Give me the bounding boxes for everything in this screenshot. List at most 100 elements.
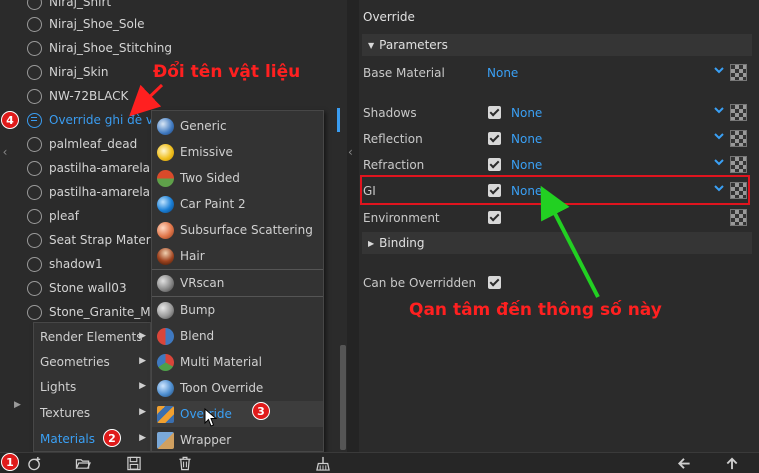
radio-icon [27, 88, 42, 104]
material-name: Niraj_Shoe_Sole [49, 17, 145, 31]
menu-item-materials[interactable]: Materials ▶ [34, 426, 150, 452]
menu-item-vrscan[interactable]: VRscan [152, 270, 323, 296]
param-annotation-text: Qan tâm đến thông số này [409, 300, 662, 320]
reflection-label: Reflection [363, 132, 423, 146]
hair-sphere-icon [157, 247, 174, 265]
texture-slot-icon[interactable] [730, 209, 747, 226]
dropdown-arrow-icon[interactable] [713, 64, 725, 76]
add-material-icon[interactable] [27, 456, 43, 471]
menu-item-toon-override[interactable]: Toon Override [152, 375, 323, 401]
radio-icon [27, 64, 42, 80]
radio-icon [27, 232, 42, 248]
parameters-label: Parameters [379, 38, 448, 52]
radio-icon [27, 40, 42, 56]
submenu-arrow-icon: ▶ [139, 356, 146, 366]
texture-slot-icon[interactable] [730, 64, 747, 81]
can-be-overridden-checkbox[interactable] [488, 276, 501, 289]
menu-item-label: Toon Override [180, 381, 264, 395]
submenu-arrow-icon: ▶ [139, 407, 146, 417]
menu-item-override[interactable]: Override [152, 401, 323, 427]
step-badge-3: 3 [252, 402, 270, 420]
emissive-sphere-icon [157, 143, 174, 161]
collapse-left-icon[interactable]: ‹ [0, 145, 10, 165]
override-icon [157, 405, 174, 423]
menu-item-lights[interactable]: Lights ▶ [34, 374, 150, 400]
texture-slot-icon[interactable] [730, 104, 747, 121]
menu-item-label: Materials [40, 432, 96, 446]
dropdown-arrow-icon[interactable] [713, 104, 725, 116]
tree-expand-icon[interactable]: ▶ [14, 400, 21, 410]
delete-icon[interactable] [177, 456, 193, 471]
rename-annotation-text: Đổi tên vật liệu [153, 62, 301, 82]
menu-item-label: Bump [180, 303, 216, 317]
up-arrow-icon[interactable] [724, 456, 740, 471]
menu-item-blend[interactable]: Blend [152, 323, 323, 349]
menu-item-label: Emissive [180, 145, 233, 159]
menu-item-label: Blend [180, 329, 215, 343]
parameters-section-header[interactable]: ▼ Parameters [362, 34, 752, 56]
clean-broom-icon[interactable] [315, 456, 331, 471]
menu-item-bump[interactable]: Bump [152, 297, 323, 323]
base-material-label: Base Material [363, 66, 445, 80]
reflection-row: Reflection None [359, 127, 759, 151]
menu-item-label: Generic [180, 119, 227, 133]
reflection-value[interactable]: None [511, 132, 542, 146]
radio-icon [27, 0, 42, 10]
dropdown-arrow-icon[interactable] [713, 156, 725, 168]
context-menu: Render Elements ▶ Geometries ▶ Lights ▶ Tex… [33, 322, 151, 452]
menu-item-two-sided[interactable]: Two Sided [152, 165, 323, 191]
can-be-overridden-row: Can be Overridden [359, 271, 759, 295]
panel-divider[interactable] [347, 0, 359, 452]
environment-checkbox[interactable] [488, 211, 501, 224]
texture-slot-icon[interactable] [730, 156, 747, 173]
shadows-value[interactable]: None [511, 106, 542, 120]
material-name: Niraj_Shirt [49, 0, 112, 9]
menu-item-geometries[interactable]: Geometries ▶ [34, 349, 150, 375]
menu-item-hair[interactable]: Hair [152, 243, 323, 269]
step-badge-1: 1 [1, 453, 19, 471]
menu-item-render-elements[interactable]: Render Elements ▶ [34, 324, 150, 350]
dropdown-arrow-icon[interactable] [713, 130, 725, 142]
material-item-niraj-shoe-sole[interactable]: Niraj_Shoe_Sole [22, 12, 342, 36]
menu-item-car-paint[interactable]: Car Paint 2 [152, 191, 323, 217]
menu-item-sss[interactable]: Subsurface Scattering [152, 217, 323, 243]
shadows-checkbox[interactable] [488, 106, 501, 119]
back-arrow-icon[interactable] [676, 456, 692, 471]
material-item-nw-72black[interactable]: NW-72BLACK [22, 84, 342, 108]
mouse-cursor-icon [204, 408, 218, 427]
multi-material-sphere-icon [157, 353, 174, 371]
menu-item-multi-material[interactable]: Multi Material [152, 349, 323, 375]
base-material-value[interactable]: None [487, 66, 518, 80]
material-item-niraj-shoe-stitching[interactable]: Niraj_Shoe_Stitching [22, 36, 342, 60]
collapse-right-icon[interactable]: ‹ [348, 145, 353, 159]
binding-label: Binding [379, 236, 425, 250]
menu-item-label: Two Sided [180, 171, 240, 185]
reflection-checkbox[interactable] [488, 132, 501, 145]
material-name: shadow1 [49, 257, 103, 271]
collapse-triangle-icon: ▼ [368, 40, 375, 50]
menu-item-label: Lights [40, 380, 77, 394]
radio-icon [27, 208, 42, 224]
menu-item-wrapper[interactable]: Wrapper [152, 427, 323, 453]
menu-item-label: Multi Material [180, 355, 262, 369]
shadows-row: Shadows None [359, 101, 759, 125]
open-folder-icon[interactable] [75, 456, 91, 471]
save-icon[interactable] [126, 456, 142, 471]
material-name: NW-72BLACK [49, 89, 129, 103]
scrollbar-thumb[interactable] [340, 345, 346, 450]
menu-item-emissive[interactable]: Emissive [152, 139, 323, 165]
menu-item-textures[interactable]: Textures ▶ [34, 400, 150, 426]
shadows-label: Shadows [363, 106, 417, 120]
bottom-toolbar [0, 452, 759, 473]
override-material-icon [27, 112, 42, 128]
refraction-value[interactable]: None [511, 158, 542, 172]
gi-highlight-box [360, 175, 750, 205]
refraction-checkbox[interactable] [488, 158, 501, 171]
menu-item-label: Render Elements [40, 330, 143, 344]
binding-section-header[interactable]: ▶ Binding [362, 232, 752, 254]
step-badge-4: 4 [1, 111, 19, 129]
texture-slot-icon[interactable] [730, 130, 747, 147]
radio-icon [27, 256, 42, 272]
menu-item-generic[interactable]: Generic [152, 113, 323, 139]
material-name: pastilha-amarela [49, 185, 151, 199]
